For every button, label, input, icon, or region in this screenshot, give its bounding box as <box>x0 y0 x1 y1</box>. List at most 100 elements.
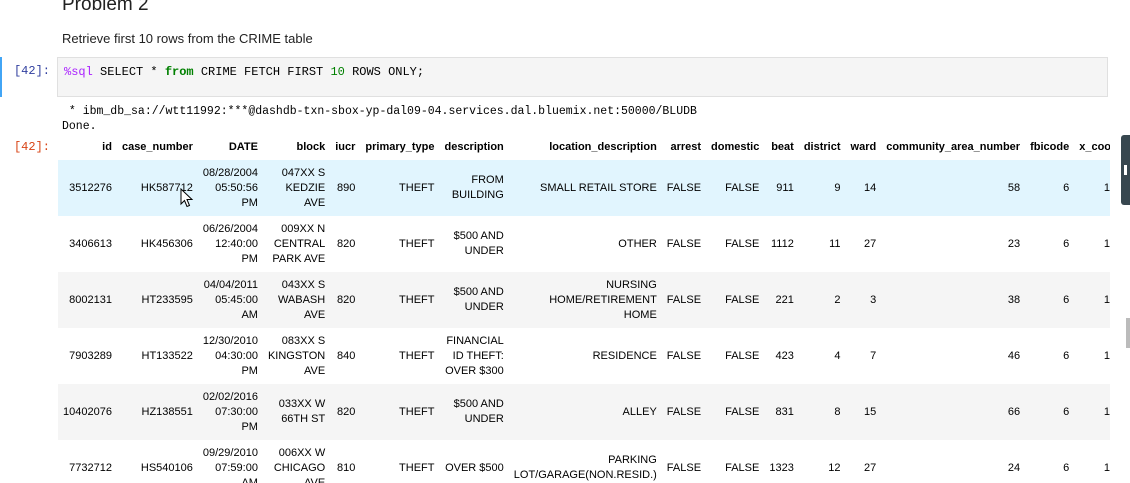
cell: 14 <box>845 160 882 216</box>
cell: 58 <box>881 160 1026 216</box>
cell: 12 <box>828 461 841 474</box>
markdown-text: Retrieve first 10 rows from the CRIME ta… <box>62 31 313 46</box>
cell: 820 <box>330 272 361 328</box>
code-mid: CRIME FETCH FIRST <box>193 65 331 79</box>
cell: THEFT <box>360 160 440 216</box>
scrollbar-thumb[interactable] <box>1126 318 1130 348</box>
col-header: domestic <box>711 141 760 153</box>
table-row: 7732712 HS540106 09/29/2010 07:59:00 AM 006… <box>58 440 1110 483</box>
cell: SMALL RETAIL STORE <box>508 160 662 216</box>
code-line[interactable]: %sql SELECT * from CRIME FETCH FIRST 10 … <box>64 65 424 79</box>
cell: 911 <box>764 160 799 216</box>
cell: $500 AND UNDER <box>439 384 509 440</box>
cell: 46 <box>1007 349 1021 362</box>
cell: 11 <box>1074 384 1110 440</box>
input-prompt: [42]: <box>13 64 50 78</box>
cell: $500 AND UNDER <box>453 230 504 257</box>
cell: HK456306 <box>140 237 193 250</box>
cell: 02/02/2016 07:30:00 PM <box>197 384 263 440</box>
cell: 3512276 <box>58 160 117 216</box>
col-header: description <box>444 141 504 153</box>
table-row: 3406613 HK456306 06/26/2004 12:40:00 PM 009… <box>58 216 1110 272</box>
cell: 3 <box>845 272 882 328</box>
cell: 27 <box>863 461 877 474</box>
result-table-container[interactable]: id case_number DATE block iucr primary_t… <box>58 134 1110 483</box>
cell: 6 <box>1025 160 1075 216</box>
cell: 23 <box>1007 237 1021 250</box>
table-header-row: id case_number DATE block iucr primary_t… <box>58 134 1110 160</box>
cell: FALSE <box>666 237 702 250</box>
code-keyword-from: from <box>164 65 194 79</box>
col-header: location_description <box>549 141 657 153</box>
cell: FALSE <box>661 160 707 216</box>
col-header: iucr <box>335 141 356 153</box>
cell: RESIDENCE <box>592 349 657 362</box>
col-header: DATE <box>228 141 258 153</box>
code-editor[interactable]: %sql SELECT * from CRIME FETCH FIRST 10 … <box>57 57 1108 97</box>
cell: FALSE <box>706 384 765 440</box>
cell: 9 <box>798 160 846 216</box>
cell: THEFT <box>399 461 435 474</box>
cell: HT233595 <box>116 272 198 328</box>
cell: 24 <box>1007 461 1021 474</box>
cell: 09/29/2010 07:59:00 AM <box>202 446 258 483</box>
col-header: fbicode <box>1030 141 1070 153</box>
cell: 6 <box>1025 272 1075 328</box>
cell: 11 <box>1103 237 1110 250</box>
cell: 66 <box>881 384 1026 440</box>
cell: FALSE <box>666 461 702 474</box>
cell: 221 <box>764 272 799 328</box>
cell: 423 <box>775 349 794 362</box>
cell: 7903289 <box>69 349 112 362</box>
cell: 7 <box>870 349 877 362</box>
cell: 06/26/2004 12:40:00 PM <box>202 222 258 265</box>
cell: 6 <box>1063 237 1070 250</box>
output-text: * ibm_db_sa://wtt11992:***@dashdb-txn-sb… <box>62 104 697 134</box>
cell: FALSE <box>706 160 765 216</box>
cell: 840 <box>337 349 356 362</box>
cell: 6 <box>1025 384 1075 440</box>
col-header: block <box>296 141 326 153</box>
cell: THEFT <box>360 272 440 328</box>
cell: 7732712 <box>69 461 112 474</box>
cell: FALSE <box>661 272 707 328</box>
code-select: SELECT * <box>92 65 165 79</box>
cell: 2 <box>798 272 846 328</box>
cell: THEFT <box>399 237 435 250</box>
cell: 8002131 <box>58 272 117 328</box>
col-header: district <box>803 141 841 153</box>
side-panel-toggle[interactable] <box>1121 135 1130 205</box>
cell: 11 <box>829 237 841 250</box>
cell: FINANCIAL ID THEFT: OVER $300 <box>445 334 504 377</box>
col-header: beat <box>771 141 794 153</box>
output-prompt: [42]: <box>13 140 50 154</box>
cell: 27 <box>863 237 877 250</box>
table-row: 7903289 HT133522 12/30/2010 04:30:00 PM 083… <box>58 328 1110 384</box>
cell: HT133522 <box>141 349 193 362</box>
cell: FALSE <box>666 349 702 362</box>
cell: HS540106 <box>140 461 193 474</box>
cell: 12/30/2010 04:30:00 PM <box>202 334 258 377</box>
code-end: ROWS ONLY; <box>344 65 425 79</box>
cell: FALSE <box>661 384 707 440</box>
done-status: Done. <box>62 120 97 133</box>
cell: ALLEY <box>508 384 662 440</box>
cell: 890 <box>330 160 361 216</box>
table-row: 10402076 HZ138551 02/02/2016 07:30:00 PM 03… <box>58 384 1110 440</box>
cell: THEFT <box>399 349 435 362</box>
col-header: id <box>102 141 112 153</box>
cell: FALSE <box>725 237 760 250</box>
cell: 810 <box>337 461 356 474</box>
connection-string: * ibm_db_sa://wtt11992:***@dashdb-txn-sb… <box>62 105 697 118</box>
cell: 033XX W 66TH ST <box>262 384 331 440</box>
cell: NURSING HOME/RETIREMENT HOME <box>508 272 662 328</box>
col-header: x_coor <box>1079 141 1110 153</box>
cell: 006XX W CHICAGO AVE <box>273 446 326 483</box>
cell: OTHER <box>618 237 657 250</box>
cell: 08/28/2004 05:50:56 PM <box>197 160 263 216</box>
cell: 38 <box>881 272 1026 328</box>
cell: 6 <box>1063 461 1070 474</box>
cell: 11 <box>1074 160 1110 216</box>
cell: FROM BUILDING <box>439 160 509 216</box>
cell: 04/04/2011 05:45:00 AM <box>197 272 263 328</box>
